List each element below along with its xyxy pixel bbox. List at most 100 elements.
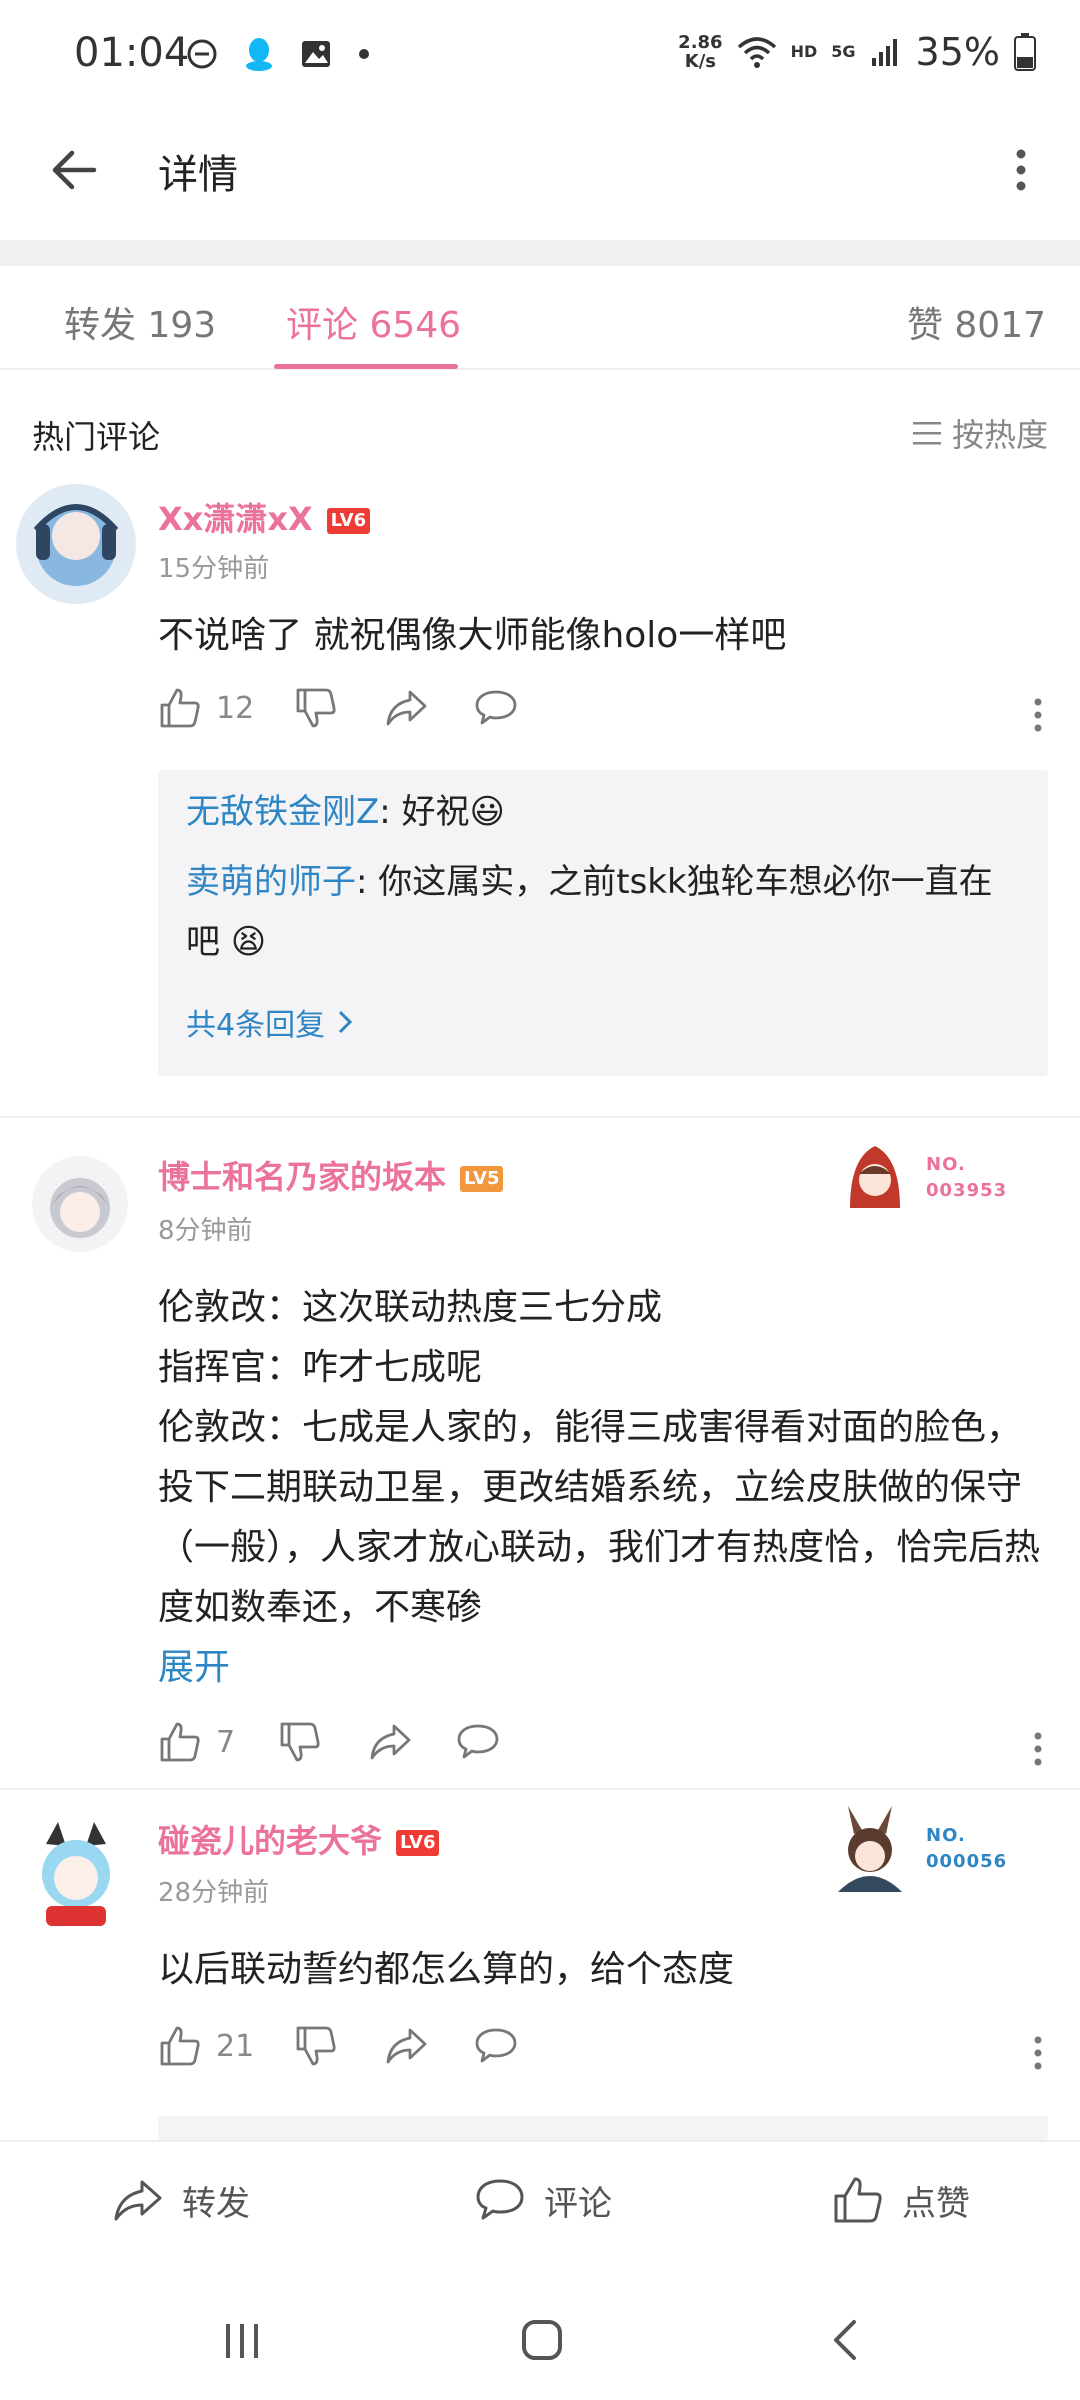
badge-prefix: NO. bbox=[926, 1825, 966, 1846]
tab-likes[interactable]: 赞 8017 bbox=[907, 296, 1046, 348]
badge-digits: 000056 bbox=[926, 1851, 1008, 1872]
comment-label: 评论 bbox=[544, 2183, 612, 2224]
do-not-disturb-icon bbox=[187, 39, 217, 69]
battery-percent: 35% bbox=[915, 30, 1000, 74]
fan-badge: NO. 003953 bbox=[830, 1138, 1007, 1218]
reply-username[interactable]: 卖萌的师子 bbox=[186, 862, 356, 902]
badge-number: NO. 000056 bbox=[926, 1823, 1007, 1875]
thumbs-up-icon bbox=[160, 688, 200, 728]
active-tab-indicator bbox=[274, 364, 458, 369]
comment-item: Xx潇潇xX LV6 15分钟前 不说啥了 就祝偶像大师能像holo一样吧 12 … bbox=[0, 476, 1080, 1116]
signal-icon bbox=[871, 39, 897, 66]
share-icon[interactable] bbox=[384, 2024, 428, 2068]
level-badge: LV5 bbox=[460, 1166, 504, 1192]
gallery-icon bbox=[302, 41, 330, 67]
status-indicators: 2.86 K/s HD 5G 35% bbox=[678, 30, 1036, 74]
reply-preview[interactable]: 无敌铁金刚Z: 好祝😃 卖萌的师子: 你这属实，之前tskk独轮车想必你一直在吧… bbox=[158, 770, 1048, 1076]
fan-badge: NO. 000056 bbox=[820, 1804, 1007, 1894]
comment-actions: 7 bbox=[158, 1720, 1048, 1780]
thumbs-up-icon bbox=[834, 2177, 882, 2223]
reply-item: 卖萌的师子: 你这属实，之前tskk独轮车想必你一直在吧 😫 bbox=[186, 852, 1016, 972]
avatar[interactable] bbox=[32, 1156, 128, 1252]
username-text: Xx潇潇xX bbox=[158, 500, 313, 538]
speed-value: 2.86 bbox=[678, 32, 723, 53]
comment-username[interactable]: 碰瓷儿的老大爷 LV6 bbox=[158, 1816, 440, 1862]
badge-number: NO. 003953 bbox=[926, 1152, 1007, 1204]
tab-forward[interactable]: 转发 193 bbox=[64, 296, 216, 348]
avatar[interactable] bbox=[16, 1814, 136, 1934]
share-icon bbox=[114, 2180, 162, 2221]
comment-username[interactable]: Xx潇潇xX LV6 bbox=[158, 494, 371, 540]
back-arrow-icon[interactable] bbox=[44, 140, 104, 200]
home-icon[interactable] bbox=[512, 2310, 572, 2370]
page-title: 详情 bbox=[158, 152, 238, 198]
username-text: 博士和名乃家的坂本 bbox=[158, 1158, 447, 1196]
chevron-right-icon bbox=[339, 1010, 353, 1034]
more-options-icon[interactable] bbox=[1006, 140, 1036, 200]
forward-label: 转发 bbox=[182, 2183, 250, 2224]
share-icon[interactable] bbox=[384, 686, 428, 730]
notification-icons bbox=[186, 36, 370, 72]
comment-item: 碰瓷儿的老大爷 LV6 28分钟前 NO. 000056 以后联动誓约都怎么算的，给… bbox=[0, 1790, 1080, 2140]
level-badge: LV6 bbox=[396, 1830, 440, 1856]
comment-bubble-icon[interactable] bbox=[474, 686, 518, 730]
network-type: 5G bbox=[831, 42, 856, 61]
reply-username[interactable]: 无敌铁金刚Z bbox=[186, 792, 379, 832]
detail-tabs: 转发 193 评论 6546 赞 8017 bbox=[0, 266, 1080, 370]
comment-bubble-icon[interactable] bbox=[456, 1720, 500, 1764]
tab-comments[interactable]: 评论 6546 bbox=[286, 296, 461, 348]
status-bar: 01:04 2.86 K/s HD 5G 35% bbox=[0, 0, 1080, 110]
reply-item: 无敌铁金刚Z: 好祝😃 bbox=[186, 782, 1016, 842]
badge-prefix: NO. bbox=[926, 1154, 966, 1175]
like-button[interactable]: 21 bbox=[158, 2024, 254, 2068]
comment-more-icon[interactable] bbox=[1028, 2028, 1048, 2078]
share-icon[interactable] bbox=[368, 1720, 412, 1764]
top-app-bar: 详情 bbox=[0, 110, 1080, 240]
comment-time: 28分钟前 bbox=[158, 1878, 270, 1908]
system-navigation-bar bbox=[0, 2270, 1080, 2400]
badge-character-icon bbox=[850, 1146, 900, 1208]
like-count: 12 bbox=[216, 690, 255, 726]
username-text: 碰瓷儿的老大爷 bbox=[158, 1822, 383, 1860]
qq-icon bbox=[246, 38, 272, 71]
bottom-action-bar: 转发 评论 点赞 bbox=[0, 2140, 1080, 2270]
like-label: 点赞 bbox=[902, 2183, 970, 2224]
level-badge: LV6 bbox=[326, 508, 371, 534]
thumbs-down-icon[interactable] bbox=[294, 2024, 338, 2068]
avatar[interactable] bbox=[16, 484, 136, 604]
view-all-replies[interactable]: 共4条回复 bbox=[186, 1000, 355, 1044]
hd-label: HD bbox=[790, 42, 818, 61]
status-time: 01:04 bbox=[74, 30, 190, 76]
badge-character-icon bbox=[838, 1806, 902, 1892]
comment-more-icon[interactable] bbox=[1028, 690, 1048, 740]
forward-button[interactable]: 转发 bbox=[112, 2174, 250, 2226]
network-speed: 2.86 K/s bbox=[678, 33, 722, 71]
like-button[interactable]: 7 bbox=[158, 1720, 235, 1764]
comment-item: 博士和名乃家的坂本 LV5 8分钟前 NO. 003953 伦敦改：这次联动热度三七… bbox=[0, 1118, 1080, 1788]
comment-username[interactable]: 博士和名乃家的坂本 LV5 bbox=[158, 1152, 504, 1198]
like-button[interactable]: 12 bbox=[158, 686, 254, 730]
battery-icon bbox=[1014, 33, 1036, 71]
sort-label: 按热度 bbox=[951, 416, 1048, 454]
like-count: 7 bbox=[216, 1724, 236, 1760]
comment-time: 8分钟前 bbox=[158, 1216, 253, 1246]
expand-button[interactable]: 展开 bbox=[158, 1638, 230, 1690]
sort-button[interactable]: 按热度 bbox=[912, 410, 1048, 456]
comment-text: 伦敦改：这次联动热度三七分成 指挥官：咋才七成呢 伦敦改：七成是人家的，能得三成… bbox=[158, 1287, 1041, 1628]
sort-list-icon bbox=[912, 422, 941, 445]
reply-preview[interactable] bbox=[158, 2116, 1048, 2140]
recent-apps-icon[interactable] bbox=[212, 2310, 272, 2370]
like-count: 21 bbox=[216, 2028, 255, 2064]
thumbs-down-icon[interactable] bbox=[278, 1720, 322, 1764]
like-button[interactable]: 点赞 bbox=[832, 2174, 970, 2226]
comment-actions: 12 bbox=[158, 686, 1048, 746]
comment-more-icon[interactable] bbox=[1028, 1724, 1048, 1774]
comment-button[interactable]: 评论 bbox=[474, 2174, 612, 2226]
thumbs-up-icon bbox=[160, 1722, 200, 1762]
comment-bubble-icon[interactable] bbox=[474, 2024, 518, 2068]
comment-text: 以后联动誓约都怎么算的，给个态度 bbox=[158, 1949, 735, 1990]
dot-icon bbox=[359, 49, 369, 59]
back-nav-icon[interactable] bbox=[816, 2310, 876, 2370]
speed-unit: K/s bbox=[684, 51, 716, 72]
thumbs-down-icon[interactable] bbox=[294, 686, 338, 730]
